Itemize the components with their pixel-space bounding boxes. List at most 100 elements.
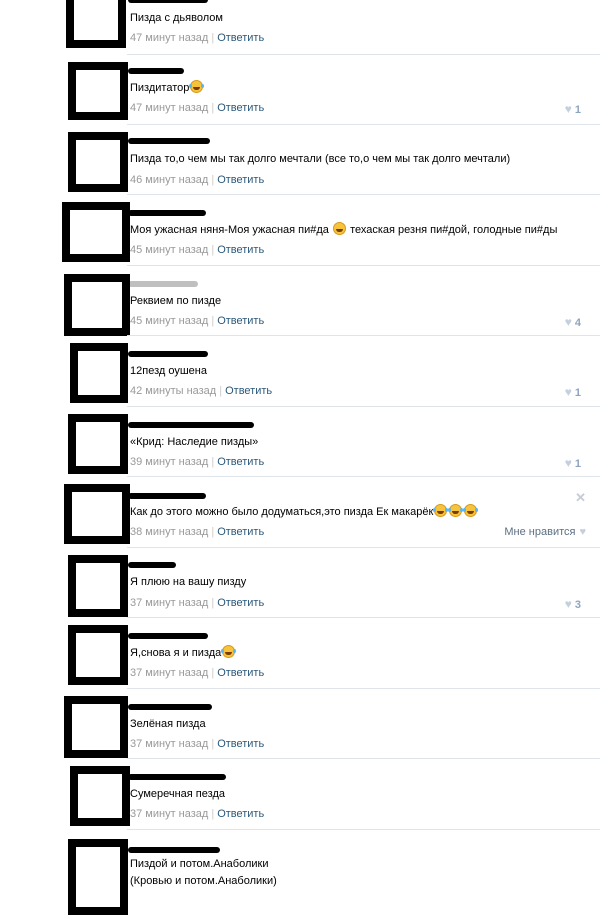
- author-name-redacted: [128, 704, 212, 710]
- author-name-redacted: [128, 633, 208, 639]
- separator: |: [211, 597, 215, 609]
- comment-time[interactable]: 45 минут назад: [130, 244, 208, 256]
- separator: |: [211, 526, 215, 538]
- comment-text: 12пезд оушена: [130, 365, 207, 377]
- comment-time[interactable]: 37 минут назад: [130, 667, 208, 679]
- comment-text: Зелёная пизда: [130, 718, 206, 730]
- author-name-redacted: [128, 138, 210, 144]
- comment-time[interactable]: 47 минут назад: [130, 102, 208, 114]
- like-button[interactable]: ♥ 4: [565, 315, 581, 329]
- divider: [127, 54, 600, 55]
- avatar[interactable]: [68, 132, 128, 192]
- comment-text: Пизда то,о чем мы так долго мечтали (все…: [130, 153, 511, 165]
- avatar[interactable]: [64, 274, 130, 336]
- divider: [127, 335, 600, 336]
- heart-icon: ♥: [564, 385, 572, 399]
- avatar[interactable]: [68, 555, 128, 617]
- reply-link[interactable]: Ответить: [217, 174, 264, 186]
- author-name-redacted: [128, 281, 198, 287]
- like-count: 3: [574, 599, 581, 611]
- separator: |: [211, 738, 215, 750]
- author-name-redacted: [128, 493, 206, 499]
- comment-text: Я,снова я и пизда: [130, 645, 236, 662]
- reply-link[interactable]: Ответить: [217, 315, 264, 327]
- author-name-redacted: [128, 562, 176, 568]
- reply-link[interactable]: Ответить: [217, 667, 264, 679]
- comment-time[interactable]: 38 минут назад: [130, 526, 208, 538]
- heart-icon: ♥: [564, 597, 572, 611]
- divider: [127, 124, 600, 125]
- author-name-redacted: [128, 0, 208, 3]
- avatar[interactable]: [68, 839, 128, 915]
- like-count: 1: [574, 387, 581, 399]
- reply-link[interactable]: Ответить: [217, 738, 264, 750]
- author-name-redacted: [128, 68, 184, 74]
- laughing-emoji-icon: [463, 504, 478, 517]
- laughing-emoji-icon: [189, 80, 204, 93]
- reply-link[interactable]: Ответить: [217, 32, 264, 44]
- comment-text: Пизда с дьяволом: [130, 12, 223, 24]
- avatar[interactable]: [64, 484, 130, 544]
- comment-time[interactable]: 42 минуты назад: [130, 385, 216, 397]
- avatar[interactable]: [68, 62, 128, 120]
- avatar[interactable]: [68, 414, 128, 474]
- laughing-emoji-icon: [221, 645, 236, 658]
- comment-text: «Крид: Наследие пизды»: [130, 436, 259, 448]
- close-icon[interactable]: ✕: [575, 490, 586, 506]
- comment-text: Моя ужасная няня-Моя ужасная пи#да техас…: [130, 222, 558, 236]
- avatar[interactable]: [70, 766, 130, 826]
- divider: [127, 688, 600, 689]
- divider: [127, 547, 600, 548]
- laughing-emoji-icon: [448, 504, 463, 517]
- comment-time[interactable]: 39 минут назад: [130, 456, 208, 468]
- avatar[interactable]: [62, 202, 130, 262]
- like-button[interactable]: ♥ 1: [565, 102, 581, 116]
- comment-meta: 37 минут назад | Ответить: [130, 738, 264, 750]
- comment-meta: 47 минут назад | Ответить: [130, 102, 264, 114]
- comment-time[interactable]: 46 минут назад: [130, 174, 208, 186]
- avatar[interactable]: [66, 0, 126, 48]
- comment-text: Пиздитатор: [130, 80, 204, 97]
- comment-meta: 38 минут назад | Ответить: [130, 526, 264, 538]
- comment-meta: 45 минут назад | Ответить: [130, 244, 264, 256]
- author-name-redacted: [128, 847, 220, 853]
- comment-meta: 42 минуты назад | Ответить: [130, 385, 272, 397]
- divider: [127, 829, 600, 830]
- reply-link[interactable]: Ответить: [217, 526, 264, 538]
- like-button[interactable]: ♥ 1: [565, 385, 581, 399]
- divider: [127, 617, 600, 618]
- comment-time[interactable]: 37 минут назад: [130, 738, 208, 750]
- author-name-redacted: [128, 774, 226, 780]
- separator: |: [211, 32, 215, 44]
- author-name-redacted: [128, 210, 206, 216]
- laughing-emoji-icon: [333, 222, 346, 235]
- like-button[interactable]: ♥ 3: [565, 597, 581, 611]
- like-button[interactable]: Мне нравится ♥: [504, 526, 586, 538]
- reply-link[interactable]: Ответить: [217, 102, 264, 114]
- comment-time[interactable]: 45 минут назад: [130, 315, 208, 327]
- author-name-redacted: [128, 422, 254, 428]
- laughing-emoji-icon: [433, 504, 448, 517]
- comment-meta: 37 минут назад | Ответить: [130, 597, 264, 609]
- avatar[interactable]: [70, 343, 128, 403]
- comment-meta: 46 минут назад | Ответить: [130, 174, 264, 186]
- comment-time[interactable]: 37 минут назад: [130, 597, 208, 609]
- reply-link[interactable]: Ответить: [217, 456, 264, 468]
- comment-time[interactable]: 37 минут назад: [130, 808, 208, 820]
- comment-meta: 47 минут назад | Ответить: [130, 32, 264, 44]
- comment-text: Реквием по пизде: [130, 295, 222, 307]
- avatar[interactable]: [64, 696, 128, 758]
- like-button[interactable]: ♥ 1: [565, 456, 581, 470]
- separator: |: [211, 808, 215, 820]
- reply-link[interactable]: Ответить: [225, 385, 272, 397]
- comment-time[interactable]: 47 минут назад: [130, 32, 208, 44]
- reply-link[interactable]: Ответить: [217, 597, 264, 609]
- reply-link[interactable]: Ответить: [217, 244, 264, 256]
- reply-link[interactable]: Ответить: [217, 808, 264, 820]
- like-count: 1: [574, 458, 581, 470]
- separator: |: [211, 315, 215, 327]
- comment-meta: 39 минут назад | Ответить: [130, 456, 264, 468]
- divider: [127, 476, 600, 477]
- avatar[interactable]: [68, 625, 128, 685]
- divider: [127, 194, 600, 195]
